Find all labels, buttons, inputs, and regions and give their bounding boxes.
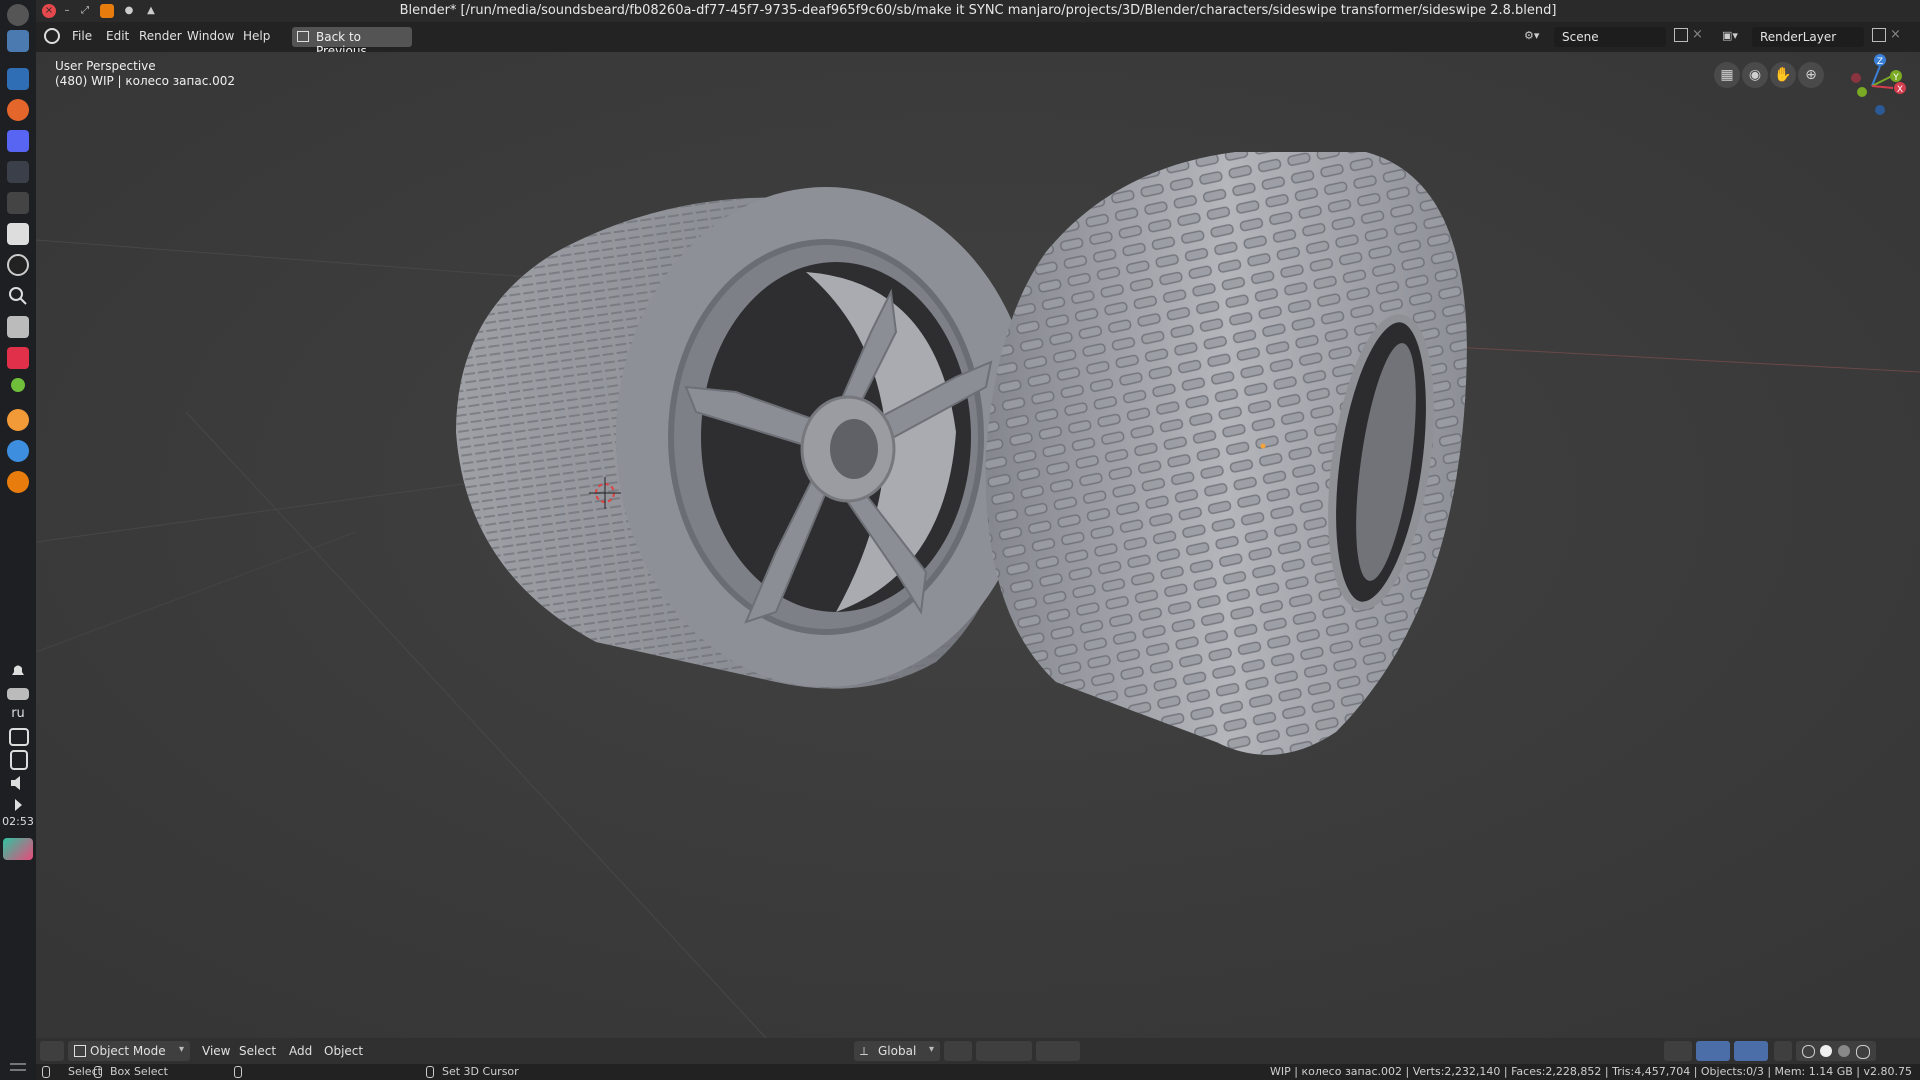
view-layer-field[interactable]: RenderLayer (1752, 27, 1864, 47)
clipboard-icon[interactable] (10, 750, 28, 770)
3d-viewport[interactable]: User Perspective (480) WIP | колесо запа… (36, 52, 1920, 1038)
system-monitor-icon[interactable] (7, 161, 29, 183)
topbar-menu: File Edit Render Window Help Back to Pre… (36, 22, 1920, 58)
menu-render[interactable]: Render (139, 29, 182, 43)
notification-icon[interactable] (7, 660, 29, 682)
scene-statistics: WIP | колесо запас.002 | Verts:2,232,140… (1270, 1065, 1912, 1078)
status-set-cursor: Set 3D Cursor (442, 1065, 519, 1078)
menu-window[interactable]: Window (187, 29, 234, 43)
solid-shading-icon[interactable] (1820, 1045, 1832, 1057)
blender-menu-icon[interactable] (44, 28, 60, 44)
mouse-middle-icon (234, 1066, 242, 1078)
viewport-header: Object Mode ▾ View Select Add Object ⟂ G… (36, 1038, 1920, 1064)
scene-name-field[interactable]: Scene (1554, 27, 1666, 47)
orange-app-icon[interactable] (7, 409, 29, 431)
object-mode-label: Object Mode (90, 1044, 166, 1058)
object-info: (480) WIP | колесо запас.002 (55, 74, 236, 88)
mouse-right-icon (426, 1066, 434, 1078)
search-icon[interactable] (7, 285, 29, 307)
new-view-layer-icon[interactable] (1872, 28, 1886, 42)
transform-orientation-dropdown[interactable]: ⟂ Global ▾ (854, 1041, 940, 1061)
menu-select[interactable]: Select (239, 1044, 276, 1058)
view-layer-browse-icon[interactable]: ▣▾ (1722, 29, 1748, 45)
menu-view[interactable]: View (202, 1044, 230, 1058)
xray-toggle-icon[interactable] (1774, 1041, 1792, 1061)
display-icon[interactable] (9, 728, 29, 746)
toggle-camera-view-button[interactable]: ▦ (1714, 62, 1740, 88)
gimp-icon[interactable] (7, 192, 29, 214)
snapping-icon[interactable] (976, 1041, 1032, 1061)
pivot-point-icon[interactable] (944, 1041, 972, 1061)
visibility-icon[interactable] (1664, 1041, 1692, 1061)
view-name: User Perspective (55, 59, 156, 73)
gizmo-x-label: X (1897, 85, 1903, 95)
gizmo-z-label: Z (1877, 57, 1883, 67)
taskbar-dock: ru 02:53 (0, 0, 37, 1080)
camera-icon[interactable]: ◉ (1742, 62, 1768, 88)
menu-add[interactable]: Add (289, 1044, 312, 1058)
proportional-editing-icon[interactable] (1036, 1041, 1080, 1061)
keyboard-language[interactable]: ru (0, 706, 36, 721)
transform-orientation-label: Global (878, 1044, 917, 1058)
blue-app-icon[interactable] (7, 440, 29, 462)
green-status-icon[interactable] (11, 378, 25, 392)
window-title: Blender* [/run/media/soundsbeard/fb08260… (399, 3, 1557, 18)
delete-view-layer-icon[interactable]: × (1890, 27, 1901, 42)
object-mode-icon (74, 1045, 86, 1057)
show-desktop-icon[interactable] (3, 838, 33, 860)
settings-sliders-icon[interactable] (7, 1060, 29, 1074)
menu-edit[interactable]: Edit (106, 29, 129, 43)
mouse-left-icon (42, 1066, 50, 1078)
window-titlebar: × – ⤢ ● ▲ Blender* [/run/media/soundsbea… (36, 0, 1920, 22)
editor-type-icon[interactable] (40, 1041, 64, 1061)
stack-icon[interactable] (7, 688, 29, 700)
new-scene-icon[interactable] (1674, 28, 1688, 42)
back-icon (297, 31, 309, 42)
orientation-icon: ⟂ (860, 1044, 869, 1058)
menu-file[interactable]: File (72, 29, 92, 43)
blender-icon[interactable] (7, 471, 29, 493)
pan-hand-icon[interactable]: ✋ (1770, 62, 1796, 88)
menu-object[interactable]: Object (324, 1044, 363, 1058)
wireframe-shading-icon[interactable] (1802, 1045, 1815, 1058)
menu-help[interactable]: Help (243, 29, 270, 43)
object-mode-dropdown[interactable]: Object Mode ▾ (68, 1041, 190, 1061)
gizmo-y-label: Y (1892, 73, 1899, 83)
zoom-icon[interactable]: ⊕ (1798, 62, 1824, 88)
view-layer-name: RenderLayer (1760, 30, 1837, 44)
user-avatar-icon[interactable] (7, 4, 29, 26)
status-bar: Select Box Select Set 3D Cursor WIP | ко… (36, 1064, 1920, 1080)
discord-icon[interactable] (7, 130, 29, 152)
desktop-icon[interactable] (7, 30, 29, 52)
file-manager-icon[interactable] (7, 68, 29, 90)
chevron-down-icon: ▾ (928, 1044, 934, 1055)
material-shading-icon[interactable] (1838, 1045, 1850, 1057)
gizmo-toggle-icon[interactable] (1696, 1041, 1730, 1061)
screenshot-icon[interactable] (7, 347, 29, 369)
status-box-select: Box Select (110, 1065, 168, 1078)
overlays-toggle-icon[interactable] (1734, 1041, 1768, 1061)
rendered-shading-icon[interactable] (1856, 1045, 1870, 1059)
expand-arrow-icon[interactable] (7, 794, 29, 816)
firefox-icon[interactable] (7, 99, 29, 121)
text-editor-icon[interactable] (7, 223, 29, 245)
chevron-down-icon: ▾ (178, 1044, 184, 1055)
layers-icon[interactable] (7, 316, 29, 338)
scene-name: Scene (1562, 30, 1599, 44)
viewport-scene (36, 52, 1920, 1038)
obs-icon[interactable] (7, 254, 29, 276)
clock[interactable]: 02:53 (0, 815, 36, 828)
navigation-gizmo[interactable]: Z Y X (1832, 54, 1912, 124)
volume-icon[interactable] (7, 772, 29, 794)
back-to-previous-button[interactable]: Back to Previous (292, 27, 412, 58)
shading-mode-group[interactable] (1796, 1041, 1876, 1061)
mouse-drag-icon (94, 1066, 102, 1078)
scene-browse-icon[interactable]: ⚙▾ (1524, 29, 1550, 45)
delete-scene-icon[interactable]: × (1692, 27, 1703, 42)
